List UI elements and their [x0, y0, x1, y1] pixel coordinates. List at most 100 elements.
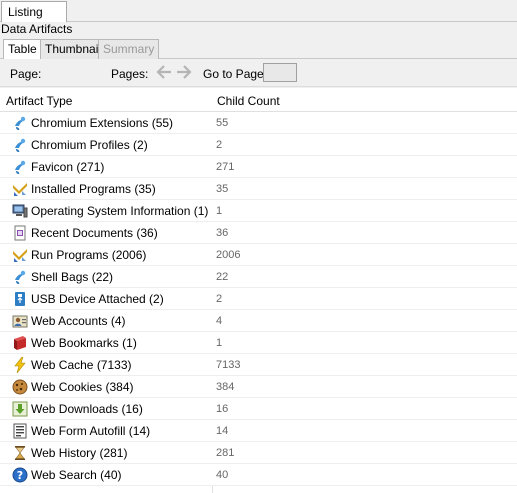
artifact-type-cell: Web Accounts (4)	[12, 310, 126, 332]
artifact-type-label: Web Search (40)	[31, 468, 122, 482]
table-row[interactable]: USB Device Attached (2) 2	[0, 288, 517, 310]
table-header: Artifact Type Child Count	[0, 88, 517, 112]
artifact-type-label: Web Cookies (384)	[31, 380, 134, 394]
artifact-type-label: USB Device Attached (2)	[31, 292, 164, 306]
child-count-cell: 35	[216, 183, 229, 195]
child-count-cell: 14	[216, 425, 229, 437]
artifact-type-cell: Installed Programs (35)	[12, 178, 156, 200]
artifact-type-label: Favicon (271)	[31, 160, 105, 174]
table-row[interactable]: Web Bookmarks (1) 1	[0, 332, 517, 354]
table-row[interactable]: Favicon (271) 271	[0, 156, 517, 178]
bookmark-icon	[12, 335, 28, 351]
paging-toolbar: Page: Pages: Go to Page:	[0, 59, 517, 87]
cookie-icon	[12, 379, 28, 395]
pages-label: Pages:	[111, 67, 149, 81]
programs-icon	[12, 181, 28, 197]
child-count-cell: 7133	[216, 359, 241, 371]
tab-table[interactable]: Table	[3, 39, 42, 60]
child-count-cell: 1	[216, 205, 223, 217]
artifact-type-cell: Favicon (271)	[12, 156, 104, 178]
table-row[interactable]: Web Downloads (16) 16	[0, 398, 517, 420]
artifact-type-label: Web Downloads (16)	[31, 402, 143, 416]
artifact-type-cell: Web Bookmarks (1)	[12, 332, 137, 354]
search-globe-icon: ?	[12, 467, 28, 483]
child-count-cell: 1	[216, 337, 223, 349]
artifact-type-cell: Web History (281)	[12, 442, 127, 464]
table-row[interactable]: Installed Programs (35) 35	[0, 178, 517, 200]
artifact-type-label: Operating System Information (1)	[31, 204, 209, 218]
tab-listing[interactable]: Listing	[1, 1, 67, 22]
artifact-type-cell: Recent Documents (36)	[12, 222, 158, 244]
arrow-left-icon	[156, 65, 171, 79]
tab-thumbnail[interactable]: Thumbnail	[40, 39, 107, 59]
artifact-type-label: Run Programs (2006)	[31, 248, 147, 262]
artifact-type-cell: Shell Bags (22)	[12, 266, 113, 288]
artifact-type-label: Web History (281)	[31, 446, 128, 460]
chromium-icon	[12, 269, 28, 285]
usb-icon	[12, 291, 28, 307]
artifact-type-cell: Operating System Information (1)	[12, 200, 208, 222]
table-row[interactable]: Web Cookies (384) 384	[0, 376, 517, 398]
table-row[interactable]: Run Programs (2006) 2006	[0, 244, 517, 266]
section-title: Data Artifacts	[0, 22, 517, 38]
artifact-type-label: Web Form Autofill (14)	[31, 424, 151, 438]
artifact-type-label: Recent Documents (36)	[31, 226, 158, 240]
table-body: Chromium Extensions (55) 55 Chromium Profi…	[0, 112, 517, 486]
artifacts-table: Artifact Type Child Count Chromium Exten…	[0, 88, 517, 493]
artifact-type-label: Chromium Extensions (55)	[31, 116, 174, 130]
svg-text:?: ?	[17, 469, 23, 482]
child-count-cell: 281	[216, 447, 235, 459]
child-count-cell: 4	[216, 315, 223, 327]
artifact-type-cell: Web Cookies (384)	[12, 376, 134, 398]
tab-summary: Summary	[98, 39, 160, 59]
child-count-cell: 2	[216, 139, 223, 151]
table-row[interactable]: Shell Bags (22) 22	[0, 266, 517, 288]
goto-page-input[interactable]	[263, 63, 297, 82]
goto-page-label: Go to Page:	[203, 67, 268, 81]
artifact-type-label: Installed Programs (35)	[31, 182, 156, 196]
artifact-type-label: Web Cache (7133)	[31, 358, 132, 372]
lightning-icon	[12, 357, 28, 373]
next-page-button[interactable]	[175, 63, 193, 81]
column-header-child-count[interactable]: Child Count	[217, 94, 280, 108]
column-header-artifact-type[interactable]: Artifact Type	[6, 94, 72, 108]
hourglass-icon	[12, 445, 28, 461]
form-icon	[12, 423, 28, 439]
table-row[interactable]: Chromium Profiles (2) 2	[0, 134, 517, 156]
child-count-cell: 2	[216, 293, 223, 305]
table-row[interactable]: Recent Documents (36) 36	[0, 222, 517, 244]
table-row[interactable]: Operating System Information (1) 1	[0, 200, 517, 222]
chromium-icon	[12, 115, 28, 131]
artifact-type-cell: Chromium Extensions (55)	[12, 112, 173, 134]
previous-page-button[interactable]	[155, 63, 173, 81]
table-row[interactable]: Chromium Extensions (55) 55	[0, 112, 517, 134]
child-count-cell: 16	[216, 403, 229, 415]
child-count-cell: 384	[216, 381, 235, 393]
artifact-type-cell: Web Downloads (16)	[12, 398, 143, 420]
artifact-type-cell: Chromium Profiles (2)	[12, 134, 148, 156]
top-tab-strip: Listing	[0, 0, 517, 22]
artifact-type-label: Chromium Profiles (2)	[31, 138, 148, 152]
artifact-type-cell: Web Form Autofill (14)	[12, 420, 150, 442]
artifact-type-label: Shell Bags (22)	[31, 270, 114, 284]
artifact-type-cell: Web Cache (7133)	[12, 354, 132, 376]
artifact-type-cell: Run Programs (2006)	[12, 244, 146, 266]
table-row[interactable]: Web History (281) 281	[0, 442, 517, 464]
artifact-type-cell: USB Device Attached (2)	[12, 288, 164, 310]
child-count-cell: 55	[216, 117, 229, 129]
chromium-icon	[12, 159, 28, 175]
computer-icon	[12, 203, 28, 219]
child-count-cell: 22	[216, 271, 229, 283]
page-label: Page:	[10, 67, 42, 81]
artifact-type-label: Web Bookmarks (1)	[31, 336, 137, 350]
table-row[interactable]: Web Cache (7133) 7133	[0, 354, 517, 376]
table-row[interactable]: ? Web Search (40) 40	[0, 464, 517, 486]
programs-icon	[12, 247, 28, 263]
document-icon	[12, 225, 28, 241]
child-count-cell: 40	[216, 469, 229, 481]
artifact-type-label: Web Accounts (4)	[31, 314, 126, 328]
child-count-cell: 36	[216, 227, 229, 239]
account-icon	[12, 313, 28, 329]
table-row[interactable]: Web Accounts (4) 4	[0, 310, 517, 332]
table-row[interactable]: Web Form Autofill (14) 14	[0, 420, 517, 442]
